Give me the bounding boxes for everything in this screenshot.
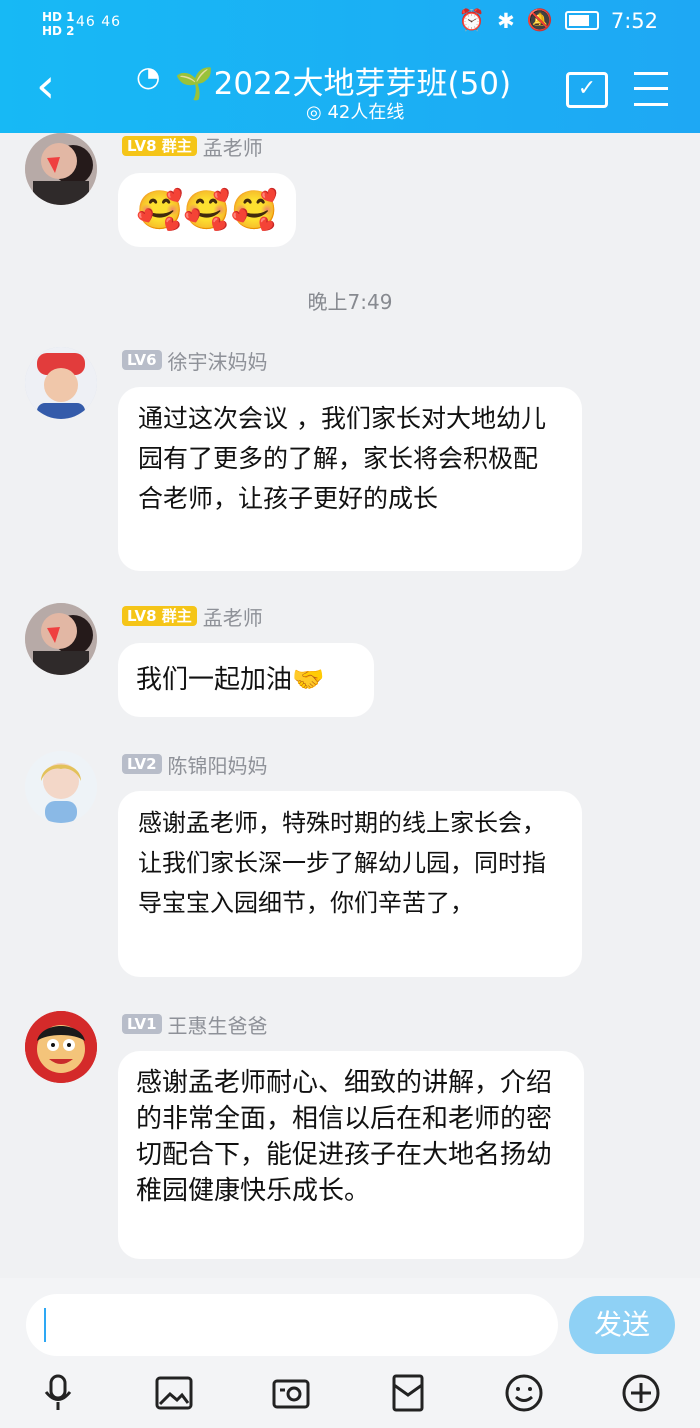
- avatar[interactable]: [25, 1011, 97, 1083]
- image-icon[interactable]: [154, 1373, 194, 1413]
- message-item: LV1 王惠生爸爸 感谢孟老师耐心、细致的讲解，介绍的非常全面，相信以后在和老师…: [0, 1011, 700, 1261]
- message-item: LV8 群主 孟老师 🥰🥰🥰: [0, 133, 700, 253]
- sender-meta: LV1 王惠生爸爸: [122, 1011, 268, 1038]
- plus-icon[interactable]: [621, 1373, 661, 1413]
- status-icons: ⏰ ✱ 🔕 7:52: [459, 8, 658, 33]
- bluetooth-icon: ✱: [497, 8, 515, 33]
- input-toolbar: [0, 1363, 700, 1421]
- message-input[interactable]: [26, 1294, 558, 1356]
- text-caret: [44, 1308, 46, 1342]
- sender-name: 陈锦阳妈妈: [167, 753, 268, 778]
- sender-name: 孟老师: [202, 605, 263, 630]
- avatar-image: [25, 751, 97, 823]
- sender-meta: LV2 陈锦阳妈妈: [122, 751, 268, 778]
- message-item: LV2 陈锦阳妈妈 感谢孟老师，特殊时期的线上家长会，让我们家长深一步了解幼儿园…: [0, 751, 700, 977]
- chat-area[interactable]: LV8 群主 孟老师 🥰🥰🥰 晚上7:49 LV6 徐宇沫妈妈 通过这次会议 ，…: [0, 133, 700, 1278]
- sender-name: 孟老师: [202, 135, 263, 160]
- hd-labels: HD 1 HD 2: [42, 10, 75, 38]
- avatar[interactable]: [25, 347, 97, 419]
- microphone-icon[interactable]: [38, 1373, 78, 1413]
- battery-icon: [564, 11, 599, 30]
- menu-icon[interactable]: [634, 72, 668, 106]
- level-badge: LV6: [122, 350, 162, 370]
- avatar[interactable]: [25, 133, 97, 205]
- back-icon[interactable]: ‹: [36, 62, 55, 110]
- message-bubble[interactable]: 🥰🥰🥰: [118, 173, 296, 247]
- sender-name: 王惠生爸爸: [167, 1013, 268, 1038]
- avatar[interactable]: [25, 751, 97, 823]
- hd-1: HD 1: [42, 10, 75, 24]
- message-bubble[interactable]: 通过这次会议 ，我们家长对大地幼儿园有了更多的了解，家长将会积极配合老师，让孩子…: [118, 387, 582, 571]
- avatar-image: [25, 603, 97, 675]
- avatar[interactable]: [25, 603, 97, 675]
- message-item: LV8 群主 孟老师 我们一起加油🤝: [0, 603, 700, 723]
- red-packet-icon[interactable]: [388, 1373, 428, 1413]
- status-bar: HD 1 HD 2 46 46 ⏰ ✱ 🔕 7:52: [0, 6, 700, 40]
- level-badge: LV8 群主: [122, 606, 197, 626]
- message-bubble[interactable]: 我们一起加油🤝: [118, 643, 374, 717]
- time-divider: 晚上7:49: [307, 290, 393, 314]
- ear-icon[interactable]: ◔: [136, 60, 160, 93]
- signal-icon: 46 46: [76, 14, 122, 30]
- alarm-icon: ⏰: [458, 8, 486, 32]
- sender-meta: LV8 群主 孟老师: [122, 133, 263, 160]
- sender-meta: LV6 徐宇沫妈妈: [122, 347, 268, 374]
- emoji-icon[interactable]: [504, 1373, 544, 1413]
- level-badge: LV2: [122, 754, 162, 774]
- sender-name: 徐宇沫妈妈: [167, 349, 268, 374]
- input-bar: 发送: [0, 1278, 700, 1428]
- status-time: 7:52: [610, 8, 658, 33]
- avatar-image: [25, 347, 97, 419]
- calendar-icon[interactable]: ✓: [566, 72, 608, 108]
- group-title[interactable]: 🌱2022大地芽芽班(50): [175, 58, 511, 103]
- level-badge: LV1: [122, 1014, 162, 1034]
- online-text: 42人在线: [327, 102, 405, 123]
- avatar-image: [25, 133, 97, 205]
- message-bubble[interactable]: 感谢孟老师耐心、细致的讲解，介绍的非常全面，相信以后在和老师的密切配合下，能促进…: [118, 1051, 584, 1259]
- chat-header: HD 1 HD 2 46 46 ⏰ ✱ 🔕 7:52 ‹ ◔ 🌱2022大地芽芽…: [0, 0, 700, 133]
- hd-2: HD 2: [42, 24, 75, 38]
- avatar-image: [25, 1011, 97, 1083]
- message-bubble[interactable]: 感谢孟老师，特殊时期的线上家长会，让我们家长深一步了解幼儿园，同时指导宝宝入园细…: [118, 791, 582, 977]
- sender-meta: LV8 群主 孟老师: [122, 603, 263, 630]
- level-badge: LV8 群主: [122, 136, 197, 156]
- camera-icon[interactable]: [271, 1373, 311, 1413]
- mute-icon: 🔕: [526, 8, 553, 32]
- send-button[interactable]: 发送: [569, 1296, 675, 1354]
- message-item: LV6 徐宇沫妈妈 通过这次会议 ，我们家长对大地幼儿园有了更多的了解，家长将会…: [0, 347, 700, 571]
- online-count: ◎ 42人在线: [306, 102, 405, 123]
